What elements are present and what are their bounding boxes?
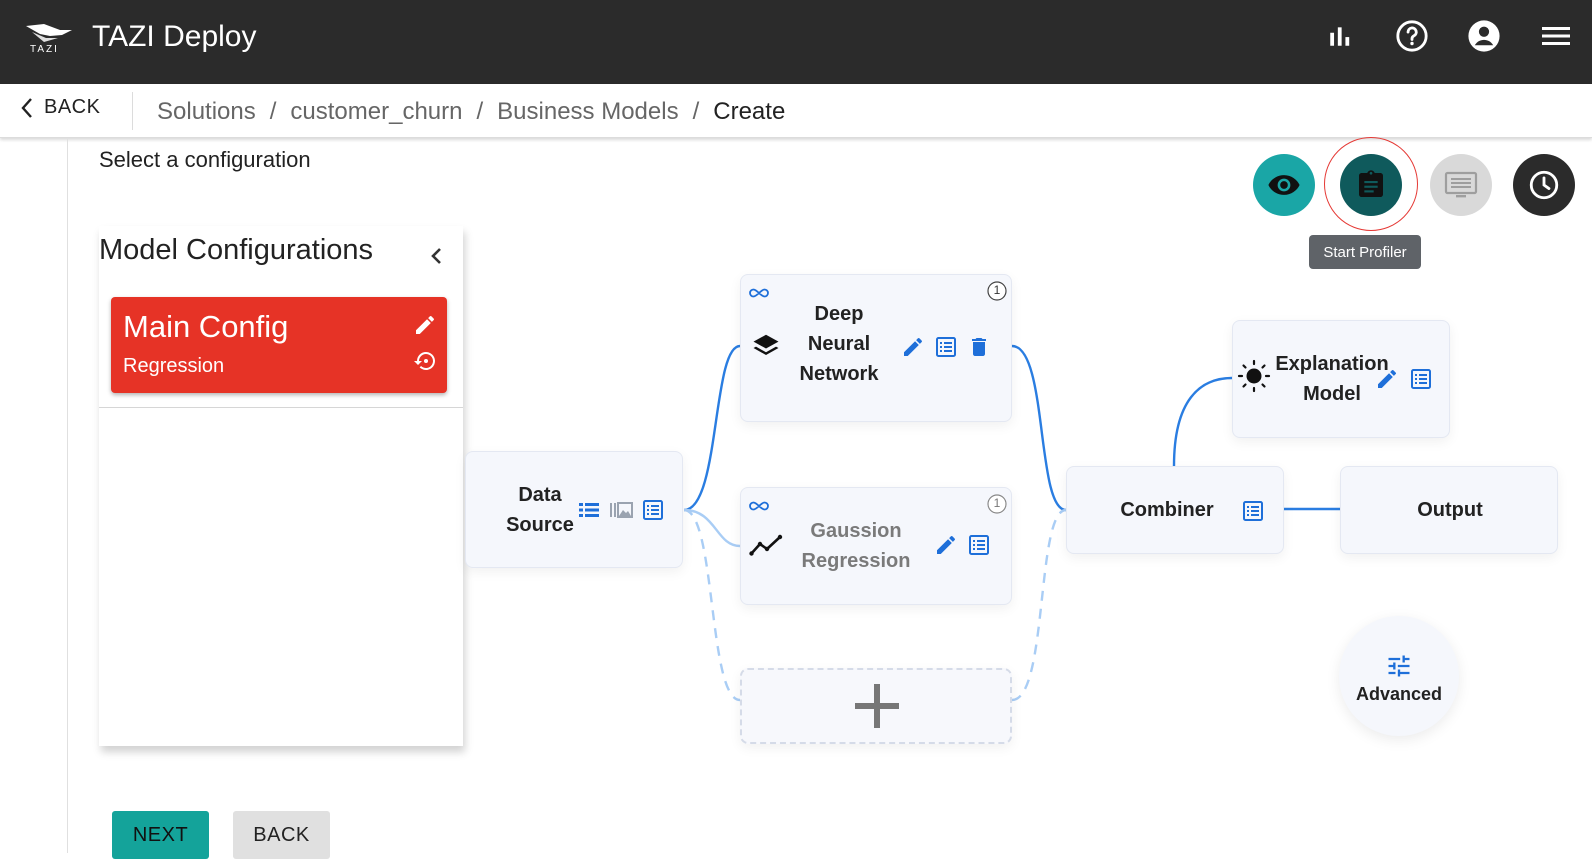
node-label-line: Network: [799, 363, 879, 385]
node-label-line: Gaussion: [810, 520, 902, 542]
infinity-icon: [747, 494, 771, 518]
view-button[interactable]: [1253, 154, 1315, 216]
node-combiner[interactable]: Combiner: [1066, 466, 1284, 554]
node-label-line: Data: [518, 484, 562, 506]
back-button[interactable]: BACK: [233, 811, 330, 859]
details-icon[interactable]: [1409, 367, 1433, 391]
gallery-icon[interactable]: [609, 498, 633, 522]
start-profiler-button[interactable]: [1340, 154, 1402, 216]
layers-icon: [751, 331, 781, 361]
plus-icon: [855, 684, 899, 728]
details-icon[interactable]: [641, 498, 665, 522]
count-badge-value: 1: [993, 283, 1001, 297]
details-icon[interactable]: [967, 533, 991, 557]
node-label-line: Neural: [807, 333, 871, 355]
node-label-line: Source: [506, 514, 574, 536]
node-label-line: Deep: [814, 303, 864, 325]
monitor-icon: [1444, 171, 1478, 198]
tune-icon: [1388, 655, 1410, 677]
eye-icon: [1268, 175, 1300, 195]
list-icon[interactable]: [577, 498, 601, 522]
count-badge-value: 1: [993, 496, 1001, 510]
next-button[interactable]: NEXT: [112, 811, 209, 859]
details-icon[interactable]: [1241, 499, 1265, 523]
clock-icon: [1529, 170, 1559, 200]
node-output[interactable]: Output: [1340, 466, 1558, 554]
count-badge: 1: [987, 281, 1007, 301]
clipboard-icon: [1359, 170, 1383, 197]
node-gaussian-regression[interactable]: 1 Gaussion Regression: [740, 487, 1012, 605]
history-button[interactable]: [1513, 154, 1575, 216]
node-label-line: Regression: [801, 550, 911, 572]
infinity-icon: [747, 281, 771, 305]
start-profiler-tooltip: Start Profiler: [1309, 235, 1421, 269]
delete-icon[interactable]: [967, 335, 991, 359]
advanced-label: Advanced: [1355, 684, 1443, 704]
edit-icon[interactable]: [1375, 367, 1399, 391]
edit-icon[interactable]: [934, 533, 958, 557]
count-badge: 1: [987, 494, 1007, 514]
node-label: Combiner: [1120, 499, 1214, 521]
brightness-icon: [1237, 359, 1271, 393]
trend-line-icon: [749, 532, 783, 560]
advanced-button[interactable]: Advanced: [1339, 616, 1459, 736]
add-model-button[interactable]: [740, 668, 1012, 744]
monitor-button[interactable]: [1430, 154, 1492, 216]
node-data-source[interactable]: Data Source: [465, 451, 683, 568]
node-deep-neural-network[interactable]: 1 Deep Neural Network: [740, 274, 1012, 422]
edit-icon[interactable]: [901, 335, 925, 359]
node-label: Output: [1417, 499, 1483, 521]
node-explanation-model[interactable]: Explanation Model: [1232, 320, 1450, 438]
details-icon[interactable]: [934, 335, 958, 359]
